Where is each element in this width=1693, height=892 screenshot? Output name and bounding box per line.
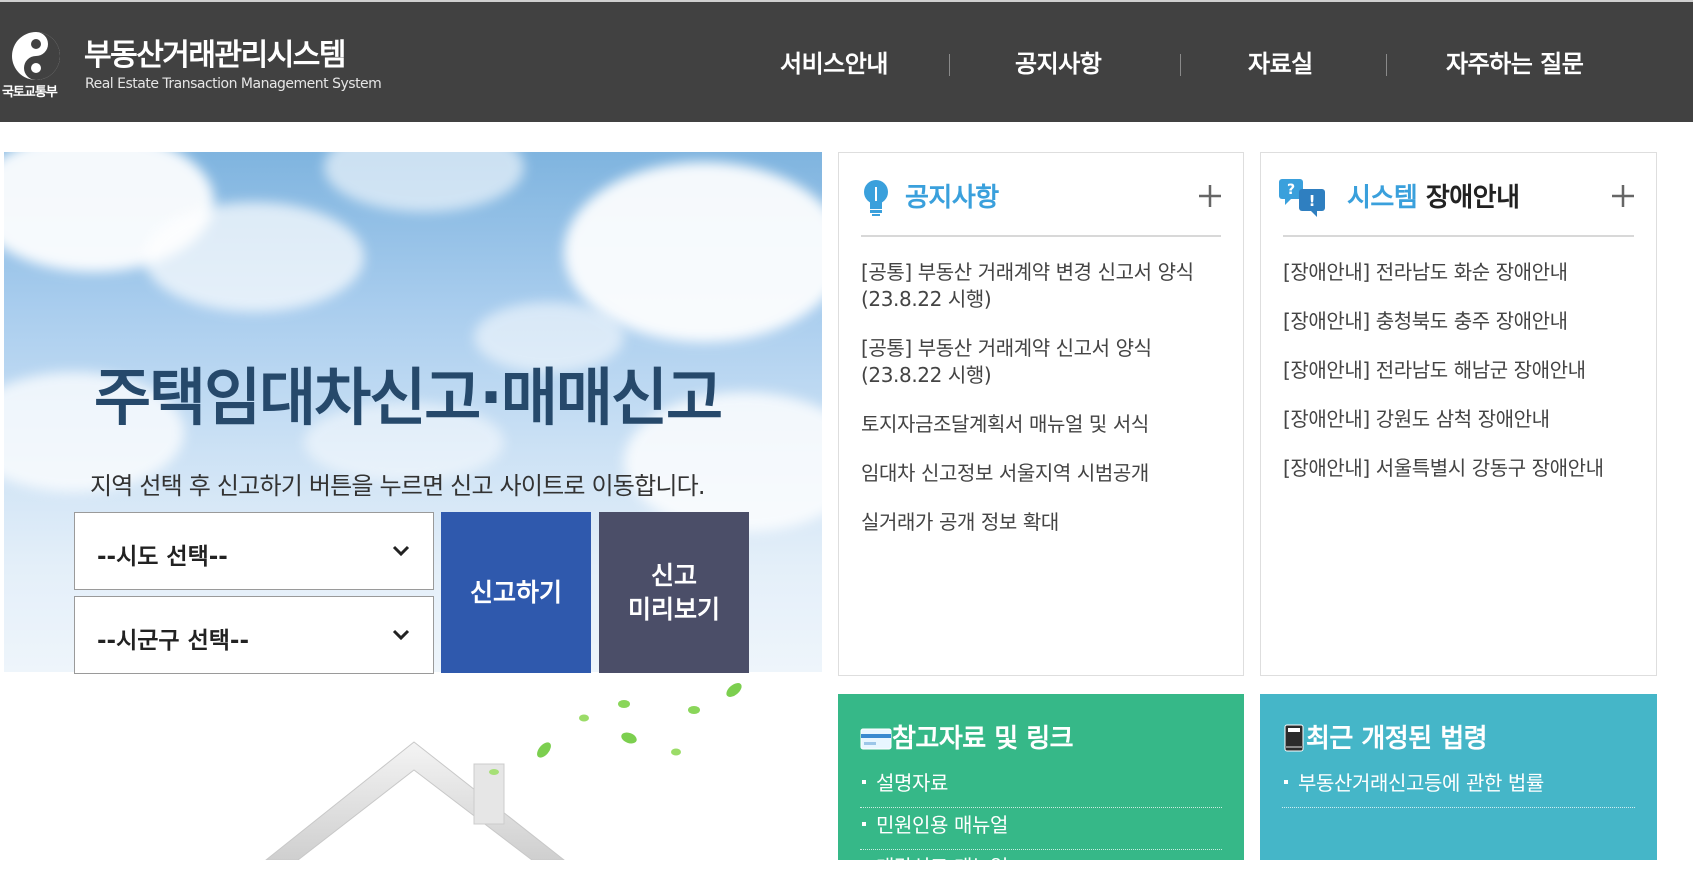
outage-item[interactable]: [장애안내] 서울특별시 강동구 장애안내	[1283, 455, 1638, 482]
notice-item[interactable]: 임대차 신고정보 서울지역 시범공개	[861, 460, 1213, 487]
report-preview-label-2: 미리보기	[627, 594, 720, 624]
sido-select[interactable]: --시도 선택--	[74, 512, 434, 590]
notice-divider	[861, 235, 1221, 237]
laws-title-text: 최근 개정된 법령	[1306, 724, 1488, 754]
references-item[interactable]: 대량신고 매뉴얼	[860, 850, 1222, 892]
nav-divider	[949, 54, 950, 76]
outage-title-accent: 시스템	[1347, 183, 1418, 213]
laws-item[interactable]: 부동산거래신고등에 관한 법률	[1282, 766, 1635, 808]
sigungu-select[interactable]: --시군구 선택--	[74, 596, 434, 674]
cloud-decoration	[144, 202, 364, 312]
outage-title-rest: 장애안내	[1425, 183, 1520, 213]
report-button[interactable]: 신고하기	[441, 512, 591, 673]
report-preview-button[interactable]: 신고 미리보기	[599, 512, 749, 673]
references-list: 설명자료 민원인용 매뉴얼 대량신고 매뉴얼	[860, 766, 1222, 892]
nav-service-info[interactable]: 서비스안내	[780, 44, 888, 79]
outage-divider	[1283, 235, 1634, 237]
report-preview-label-1: 신고	[650, 560, 697, 590]
outage-item[interactable]: [장애안내] 전라남도 해남군 장애안내	[1283, 357, 1638, 384]
plus-icon[interactable]	[1197, 183, 1223, 209]
nav-divider	[1386, 54, 1387, 76]
chevron-down-icon	[392, 629, 410, 641]
outage-item[interactable]: [장애안내] 강원도 삼척 장애안내	[1283, 406, 1638, 433]
sido-select-value: --시도 선택--	[97, 544, 228, 570]
nav-notice[interactable]: 공지사항	[1015, 44, 1102, 79]
hero-title: 주택임대차신고·매매신고	[94, 361, 723, 434]
site-logo[interactable]: 국토교통부 부동산거래관리시스템 Real Estate Transaction…	[0, 26, 400, 102]
notice-list: [공통] 부동산 거래계약 변경 신고서 양식 (23.8.22 시행) [공통…	[861, 259, 1213, 558]
site-header: 국토교통부 부동산거래관리시스템 Real Estate Transaction…	[0, 0, 1693, 122]
notice-panel: 공지사항 [공통] 부동산 거래계약 변경 신고서 양식 (23.8.22 시행…	[838, 152, 1244, 676]
notice-item[interactable]: [공통] 부동산 거래계약 신고서 양식 (23.8.22 시행)	[861, 335, 1213, 389]
plus-icon[interactable]	[1610, 183, 1636, 209]
card-icon	[860, 728, 892, 750]
cloud-decoration	[324, 152, 524, 212]
references-title: 참고자료 및 링크	[860, 718, 1074, 755]
notice-panel-title: 공지사항	[905, 183, 999, 213]
notice-item[interactable]: [공통] 부동산 거래계약 변경 신고서 양식 (23.8.22 시행)	[861, 259, 1213, 313]
outage-item[interactable]: [장애안내] 충청북도 충주 장애안내	[1283, 308, 1638, 335]
outage-list: [장애안내] 전라남도 화순 장애안내 [장애안내] 충청북도 충주 장애안내 …	[1283, 259, 1638, 504]
main-nav: 서비스안내 공지사항 자료실 자주하는 질문	[700, 44, 1660, 84]
svg-text:?: ?	[1287, 182, 1295, 198]
laws-box: 최근 개정된 법령 부동산거래신고등에 관한 법률	[1260, 694, 1657, 860]
laws-list: 부동산거래신고등에 관한 법률	[1282, 766, 1635, 808]
references-box: 참고자료 및 링크 설명자료 민원인용 매뉴얼 대량신고 매뉴얼	[838, 694, 1244, 892]
svg-text:!: !	[1309, 192, 1316, 210]
references-item[interactable]: 민원인용 매뉴얼	[860, 808, 1222, 850]
outage-item[interactable]: [장애안내] 전라남도 화순 장애안내	[1283, 259, 1638, 286]
outage-panel-title: 시스템 장애안내	[1347, 177, 1520, 214]
sigungu-select-value: --시군구 선택--	[97, 628, 249, 654]
references-title-text: 참고자료 및 링크	[892, 724, 1074, 754]
laws-title: 최근 개정된 법령	[1282, 718, 1488, 755]
references-item[interactable]: 설명자료	[860, 766, 1222, 808]
house-illustration	[4, 672, 822, 860]
outage-panel: ? ! 시스템 장애안내 [장애안내] 전라남도 화순 장애안내 [장애안내] …	[1260, 152, 1657, 676]
hero-description: 지역 선택 후 신고하기 버튼을 누르면 신고 사이트로 이동합니다.	[90, 472, 706, 500]
house-leaves-illustration	[265, 683, 742, 860]
ministry-name: 국토교통부	[2, 85, 58, 100]
notice-item[interactable]: 실거래가 공개 정보 확대	[861, 509, 1213, 536]
lightbulb-icon	[864, 180, 888, 216]
question-exclamation-icon: ? !	[1279, 179, 1325, 217]
chevron-down-icon	[392, 545, 410, 557]
site-title: 부동산거래관리시스템	[84, 38, 347, 73]
nav-divider	[1180, 54, 1181, 76]
nav-resources[interactable]: 자료실	[1248, 44, 1313, 79]
nav-faq[interactable]: 자주하는 질문	[1446, 44, 1584, 79]
book-icon	[1284, 724, 1304, 752]
notice-item[interactable]: 토지자금조달계획서 매뉴얼 및 서식	[861, 411, 1213, 438]
taegeuk-emblem-icon	[12, 32, 60, 80]
site-subtitle: Real Estate Transaction Management Syste…	[85, 76, 382, 92]
